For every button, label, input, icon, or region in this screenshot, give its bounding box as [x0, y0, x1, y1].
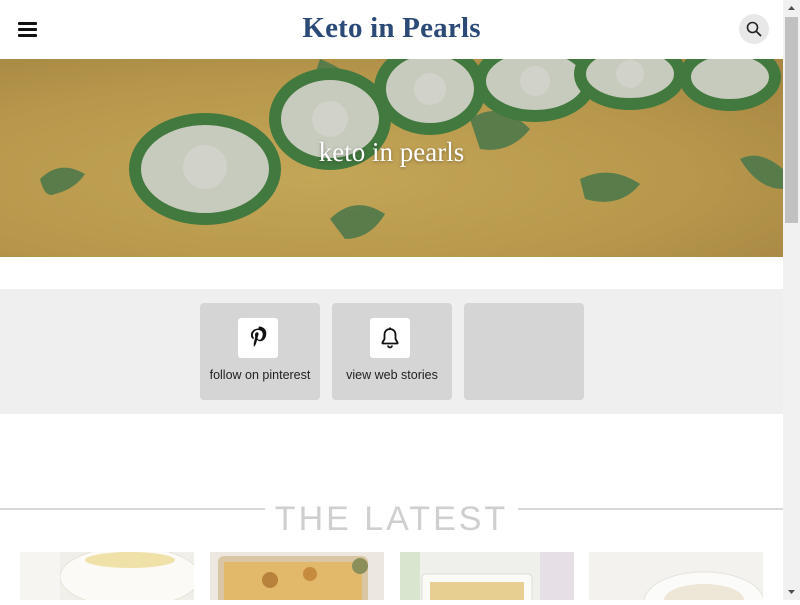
- web-stories-link-card[interactable]: view web stories: [332, 303, 452, 400]
- hero-banner: keto in pearls: [0, 59, 783, 257]
- pinterest-icon-box: [238, 318, 278, 358]
- post-image: [400, 552, 574, 600]
- post-thumbnail[interactable]: [210, 552, 384, 600]
- page: Keto in Pearls keto in pearls follow on …: [0, 0, 783, 600]
- post-thumbnail[interactable]: [400, 552, 574, 600]
- search-icon: [746, 21, 762, 37]
- bell-icon: [381, 327, 399, 349]
- post-image: [589, 552, 763, 600]
- scroll-thumb[interactable]: [785, 17, 798, 223]
- links-strip: follow on pinterest view web stories: [0, 289, 783, 414]
- bell-icon-box: [370, 318, 410, 358]
- web-stories-link-label: view web stories: [346, 368, 438, 382]
- post-image: [20, 552, 194, 600]
- pinterest-icon: [250, 326, 267, 347]
- site-title[interactable]: Keto in Pearls: [0, 12, 783, 45]
- hero-title: keto in pearls: [318, 137, 465, 167]
- latest-heading-text: THE LATEST: [264, 500, 519, 538]
- scroll-down-arrow-icon[interactable]: [783, 583, 800, 600]
- search-button[interactable]: [739, 14, 769, 44]
- scrollbar[interactable]: [783, 0, 800, 600]
- pinterest-link-label: follow on pinterest: [209, 368, 311, 382]
- empty-link-card[interactable]: [464, 303, 584, 400]
- post-thumbnail[interactable]: [589, 552, 763, 600]
- scroll-up-arrow-icon[interactable]: [783, 0, 800, 17]
- pinterest-link-card[interactable]: follow on pinterest: [200, 303, 320, 400]
- latest-heading: THE LATEST: [0, 500, 783, 539]
- post-thumbnail[interactable]: [20, 552, 194, 600]
- site-header: Keto in Pearls: [0, 0, 783, 59]
- post-image: [210, 552, 384, 600]
